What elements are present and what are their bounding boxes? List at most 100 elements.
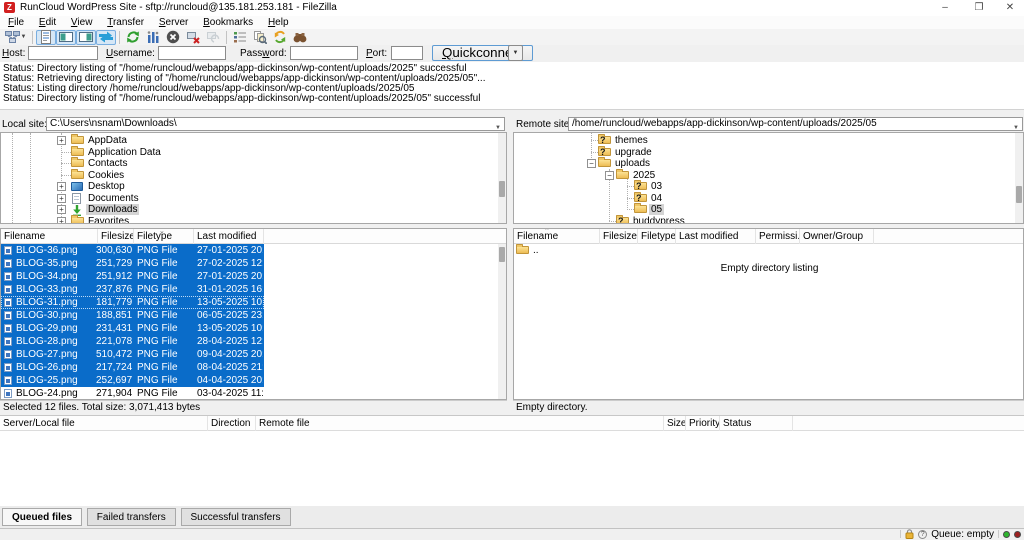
username-label: Username: [106,45,155,62]
queue-column-direction[interactable]: Direction [208,416,256,432]
expander-icon[interactable]: + [57,194,66,203]
column-header-filetype[interactable]: Filetype [638,229,676,244]
tree-item-contacts[interactable]: Contacts [1,158,496,169]
local-directory-tree[interactable]: +AppData Application Data Contacts Cooki… [0,132,507,224]
menu-item-file[interactable]: File [2,16,30,29]
parent-directory-row[interactable]: .. [514,244,754,257]
toggle-local-tree-button[interactable] [56,30,76,45]
synchronized-browsing-button[interactable] [270,30,290,45]
tab-successful-transfers[interactable]: Successful transfers [181,508,291,526]
find-files-button[interactable] [290,30,310,45]
tree-item-cookies[interactable]: Cookies [1,170,496,181]
tree-item-2025[interactable]: −2025 [514,170,1013,181]
tree-item-03[interactable]: 03 [514,181,1013,192]
refresh-button[interactable] [123,30,143,45]
tree-item-uploads[interactable]: −uploads [514,158,1013,169]
host-input[interactable] [28,46,98,60]
cancel-operation-button[interactable] [163,30,183,45]
remote-path-combo[interactable]: /home/runcloud/webapps/app-dickinson/wp-… [568,117,1023,131]
file-row[interactable]: BLOG-33.png237,876PNG File31-01-2025 16:… [1,283,264,296]
filter-button[interactable] [230,30,250,45]
column-header-permissions[interactable]: Permissi... [756,229,800,244]
toggle-remote-tree-button[interactable] [76,30,96,45]
tab-failed-transfers[interactable]: Failed transfers [87,508,176,526]
compare-directories-button[interactable] [250,30,270,45]
username-input[interactable] [158,46,226,60]
tree-item-upgrade[interactable]: upgrade [514,147,1013,158]
file-row[interactable]: BLOG-27.png510,472PNG File09-04-2025 20:… [1,348,264,361]
tree-item-favorites[interactable]: +Favorites [1,216,496,224]
disconnect-button[interactable] [183,30,203,45]
toggle-transfer-queue-button[interactable] [96,30,116,45]
tab-queued-files[interactable]: Queued files [2,508,82,526]
queue-column-priority[interactable]: Priority [686,416,720,432]
expander-icon[interactable]: − [587,159,596,168]
toggle-message-log-button[interactable] [36,30,56,45]
column-header-last-modified[interactable]: Last modified [676,229,756,244]
queue-column-remote-file[interactable]: Remote file [256,416,664,432]
menu-item-help[interactable]: Help [262,16,295,29]
remote-directory-tree[interactable]: themes upgrade −uploads −2025 03 04 05 b… [513,132,1024,224]
file-row[interactable]: BLOG-25.png252,697PNG File04-04-2025 20:… [1,374,264,387]
tree-item-05[interactable]: 05 [514,204,1013,215]
file-row[interactable]: BLOG-26.png217,724PNG File08-04-2025 21:… [1,361,264,374]
tree-item-documents[interactable]: +Documents [1,193,496,204]
restore-button[interactable]: ❐ [962,0,996,16]
menu-item-bookmarks[interactable]: Bookmarks [197,16,259,29]
local-path-combo[interactable]: C:\Users\nsnam\Downloads\▼ [46,117,505,131]
minimize-button[interactable]: – [928,0,962,16]
column-header-filename[interactable]: Filename [1,229,98,244]
tree-item-04[interactable]: 04 [514,193,1013,204]
scrollbar-thumb[interactable] [499,181,505,197]
help-icon[interactable] [918,530,927,539]
menu-item-view[interactable]: View [65,16,99,29]
menu-item-server[interactable]: Server [153,16,194,29]
expander-icon[interactable]: + [57,205,66,214]
tree-item-desktop[interactable]: +Desktop [1,181,496,192]
queue-column-status[interactable]: Status [720,416,793,432]
queue-column-server-local-file[interactable]: Server/Local file [0,416,208,432]
site-manager-button[interactable]: ▼ [2,30,29,45]
column-header-owner-group[interactable]: Owner/Group [800,229,874,244]
message-log[interactable]: Status:Directory listing of "/home/runcl… [0,62,1024,110]
local-tree-scrollbar[interactable] [498,133,506,224]
file-row[interactable]: BLOG-36.png300,630PNG File27-01-2025 20:… [1,244,264,257]
remote-tree-scrollbar[interactable] [1015,133,1023,224]
column-header-filesize[interactable]: Filesize [98,229,134,244]
tree-item-appdata[interactable]: +AppData [1,135,496,146]
lock-icon[interactable] [905,529,914,539]
file-row-focused[interactable]: BLOG-31.png181,779PNG File13-05-2025 10:… [1,296,264,309]
expander-icon[interactable]: + [57,182,66,191]
local-list-scrollbar[interactable] [498,244,506,400]
reconnect-button[interactable] [203,30,223,45]
file-row[interactable]: BLOG-34.png251,912PNG File27-01-2025 20:… [1,270,264,283]
tree-item-downloads[interactable]: +Downloads [1,204,496,215]
close-button[interactable]: ✕ [996,0,1024,16]
column-header-last-modified[interactable]: Last modified [194,229,264,244]
remote-file-list[interactable]: Filename Filesize Filetype Last modified… [513,228,1024,400]
queue-column-size[interactable]: Size [664,416,686,432]
column-header-filename[interactable]: Filename [514,229,600,244]
process-queue-button[interactable] [143,30,163,45]
menu-item-transfer[interactable]: Transfer [101,16,150,29]
port-input[interactable] [391,46,423,60]
file-row[interactable]: BLOG-28.png221,078PNG File28-04-2025 12:… [1,335,264,348]
menu-item-edit[interactable]: Edit [33,16,62,29]
quickconnect-dropdown-button[interactable]: ▼ [508,45,523,61]
file-row[interactable]: BLOG-24.png271,904PNG File03-04-2025 11:… [1,387,264,400]
port-label: Port: [366,45,387,62]
scrollbar-thumb[interactable] [1016,186,1022,203]
expander-icon[interactable]: − [605,171,614,180]
column-header-filesize[interactable]: Filesize [600,229,638,244]
password-input[interactable] [290,46,358,60]
file-row[interactable]: BLOG-30.png188,851PNG File06-05-2025 23:… [1,309,264,322]
transfer-queue-body[interactable] [0,431,1024,506]
tree-item-themes[interactable]: themes [514,135,1013,146]
file-row[interactable]: BLOG-29.png231,431PNG File13-05-2025 10:… [1,322,264,335]
scrollbar-thumb[interactable] [499,247,505,262]
expander-icon[interactable]: + [57,136,66,145]
file-row[interactable]: BLOG-35.png251,729PNG File27-02-2025 12:… [1,257,264,270]
local-file-list[interactable]: Filename Filesize Filetype Last modified… [0,228,507,400]
tree-item-buddypress[interactable]: buddypress [514,216,1013,224]
expander-icon[interactable]: + [57,217,66,224]
